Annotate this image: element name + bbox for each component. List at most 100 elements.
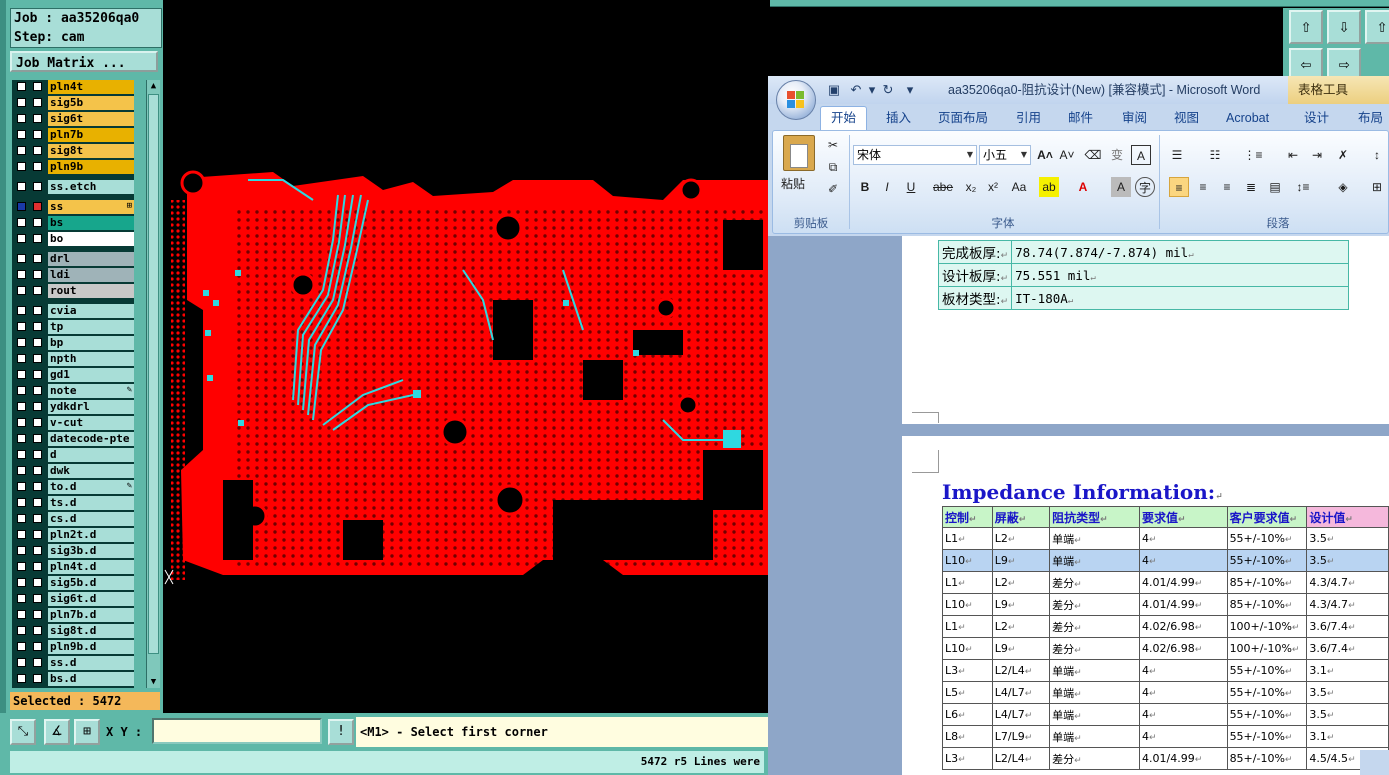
underline-icon[interactable]: U xyxy=(901,177,921,197)
layer-row[interactable]: ts.d xyxy=(12,496,134,510)
layer-name[interactable]: ss.d xyxy=(48,656,134,670)
table-cell[interactable]: L2/L4↵ xyxy=(991,659,1051,682)
layer-name[interactable]: sig5b xyxy=(48,96,134,110)
layer-name[interactable]: ldi xyxy=(48,268,134,282)
layer-affected-checkbox[interactable] xyxy=(17,578,26,587)
table-cell[interactable]: 单端↵ xyxy=(1049,527,1140,550)
layer-affected-checkbox[interactable] xyxy=(17,498,26,507)
table-cell[interactable]: L10↵ xyxy=(942,637,993,660)
table-cell[interactable]: 3.6/7.4↵ xyxy=(1306,637,1389,660)
layer-display-checkbox[interactable] xyxy=(33,98,42,107)
layer-row[interactable]: npth xyxy=(12,352,134,366)
layer-row[interactable]: dwk xyxy=(12,464,134,478)
layer-display-checkbox[interactable] xyxy=(33,146,42,155)
layer-display-checkbox[interactable] xyxy=(33,610,42,619)
layer-affected-checkbox[interactable] xyxy=(17,642,26,651)
table-cell[interactable]: L4/L7↵ xyxy=(991,681,1051,704)
table-row[interactable]: L1↵ L2↵ 差分↵ 4.01/4.99↵ 85+/-10%↵ 4.3/4.7↵ xyxy=(942,571,1389,594)
layer-affected-checkbox[interactable] xyxy=(17,82,26,91)
chinese-layout-icon[interactable]: ✗ xyxy=(1333,145,1353,165)
layer-row[interactable]: sig8t.d xyxy=(12,624,134,638)
table-cell[interactable]: 3.1↵ xyxy=(1306,659,1389,682)
layer-affected-checkbox[interactable] xyxy=(17,450,26,459)
layer-name[interactable]: rout xyxy=(48,284,134,298)
layer-row[interactable]: tp xyxy=(12,320,134,334)
layer-display-checkbox[interactable] xyxy=(33,234,42,243)
layer-name[interactable]: sig8t.d xyxy=(48,624,134,638)
paste-icon[interactable] xyxy=(783,135,815,171)
layer-display-checkbox[interactable] xyxy=(33,162,42,171)
table-cell[interactable]: 55+/-10%↵ xyxy=(1226,703,1308,726)
table-cell[interactable]: 单端↵ xyxy=(1049,681,1140,704)
layer-display-checkbox[interactable] xyxy=(33,306,42,315)
ribbon-tab[interactable]: 引用 xyxy=(1016,108,1041,128)
table-cell[interactable]: 4↵ xyxy=(1139,725,1228,748)
table-cell[interactable]: 差分↵ xyxy=(1049,593,1140,616)
layer-name[interactable]: sig8t xyxy=(48,144,134,158)
layer-display-checkbox[interactable] xyxy=(33,658,42,667)
layer-name[interactable]: note xyxy=(48,384,134,398)
layer-row[interactable]: ldi xyxy=(12,268,134,282)
layer-affected-checkbox[interactable] xyxy=(17,306,26,315)
layer-row[interactable]: sig3b.d xyxy=(12,544,134,558)
layer-display-checkbox[interactable] xyxy=(33,254,42,263)
layer-row[interactable]: to.d ✎ xyxy=(12,480,134,494)
layer-affected-checkbox[interactable] xyxy=(17,270,26,279)
ribbon-tab[interactable]: 审阅 xyxy=(1122,108,1147,128)
measure-icon[interactable]: ∡ xyxy=(44,719,70,745)
font-size-select[interactable]: 小五 ▼ xyxy=(979,145,1031,165)
layer-name[interactable]: ss.etch xyxy=(48,180,134,194)
table-cell[interactable]: 单端↵ xyxy=(1049,703,1140,726)
layer-row[interactable]: pln4t xyxy=(12,80,134,94)
grow-font-icon[interactable]: A˄ xyxy=(1035,145,1055,165)
table-cell[interactable]: L1↵ xyxy=(942,571,993,594)
table-cell[interactable]: L5↵ xyxy=(942,681,993,704)
layer-affected-checkbox[interactable] xyxy=(17,658,26,667)
phonetic-guide-icon[interactable]: 变 xyxy=(1107,145,1127,165)
layer-row[interactable]: sig5b.d xyxy=(12,576,134,590)
layer-row[interactable]: rout xyxy=(12,284,134,298)
layer-affected-checkbox[interactable] xyxy=(17,130,26,139)
align-center-icon[interactable]: ≡ xyxy=(1193,177,1213,197)
table-cell[interactable]: 4.01/4.99↵ xyxy=(1139,593,1228,616)
customize-toolbar-icon[interactable]: ▾ xyxy=(902,82,918,98)
layer-row[interactable]: bp xyxy=(12,336,134,350)
table-row[interactable]: L3↵ L2/L4↵ 差分↵ 4.01/4.99↵ 85+/-10%↵ 4.5/4.5↵ xyxy=(942,747,1389,770)
layer-affected-checkbox[interactable] xyxy=(17,354,26,363)
superscript-icon[interactable]: x² xyxy=(983,177,1003,197)
ribbon-tab[interactable]: 页面布局 xyxy=(938,108,988,128)
layer-row[interactable]: pln7b.d xyxy=(12,608,134,622)
scroll-thumb[interactable] xyxy=(148,94,159,654)
table-cell[interactable]: 3.5↵ xyxy=(1306,527,1389,550)
redo-icon[interactable]: ↻ xyxy=(880,82,896,98)
table-cell[interactable]: 85+/-10%↵ xyxy=(1226,593,1308,616)
highlight-icon[interactable]: ab xyxy=(1039,177,1059,197)
view-more-icon[interactable]: ⇧ xyxy=(1365,10,1389,44)
layer-affected-checkbox[interactable] xyxy=(17,514,26,523)
layer-display-checkbox[interactable] xyxy=(33,386,42,395)
table-cell[interactable]: L9↵ xyxy=(991,637,1051,660)
table-cell[interactable]: 4↵ xyxy=(1139,703,1228,726)
layer-display-checkbox[interactable] xyxy=(33,530,42,539)
table-cell[interactable]: 55+/-10%↵ xyxy=(1226,527,1308,550)
table-cell[interactable]: 单端↵ xyxy=(1049,725,1140,748)
layer-affected-checkbox[interactable] xyxy=(17,610,26,619)
layer-display-checkbox[interactable] xyxy=(33,674,42,683)
ribbon-tab[interactable]: 视图 xyxy=(1174,108,1199,128)
table-cell[interactable]: L2↵ xyxy=(991,571,1051,594)
layer-affected-checkbox[interactable] xyxy=(17,114,26,123)
layer-name[interactable]: to.d xyxy=(48,480,134,494)
layer-row[interactable]: note ✎ xyxy=(12,384,134,398)
table-cell[interactable]: 4↵ xyxy=(1139,549,1228,572)
table-row[interactable]: L10↵ L9↵ 单端↵ 4↵ 55+/-10%↵ 3.5↵ xyxy=(942,549,1389,572)
table-cell[interactable]: 3.5↵ xyxy=(1306,703,1389,726)
table-cell[interactable]: 3.5↵ xyxy=(1306,549,1389,572)
ribbon-tab[interactable]: Acrobat xyxy=(1226,108,1269,128)
layer-affected-checkbox[interactable] xyxy=(17,626,26,635)
alert-icon[interactable]: ! xyxy=(328,719,354,745)
layer-affected-checkbox[interactable] xyxy=(17,418,26,427)
layer-name[interactable]: tp xyxy=(48,320,134,334)
table-row[interactable]: L8↵ L7/L9↵ 单端↵ 4↵ 55+/-10%↵ 3.1↵ xyxy=(942,725,1389,748)
table-cell[interactable]: L10↵ xyxy=(942,549,993,572)
bullets-icon[interactable]: ☰ xyxy=(1167,145,1187,165)
